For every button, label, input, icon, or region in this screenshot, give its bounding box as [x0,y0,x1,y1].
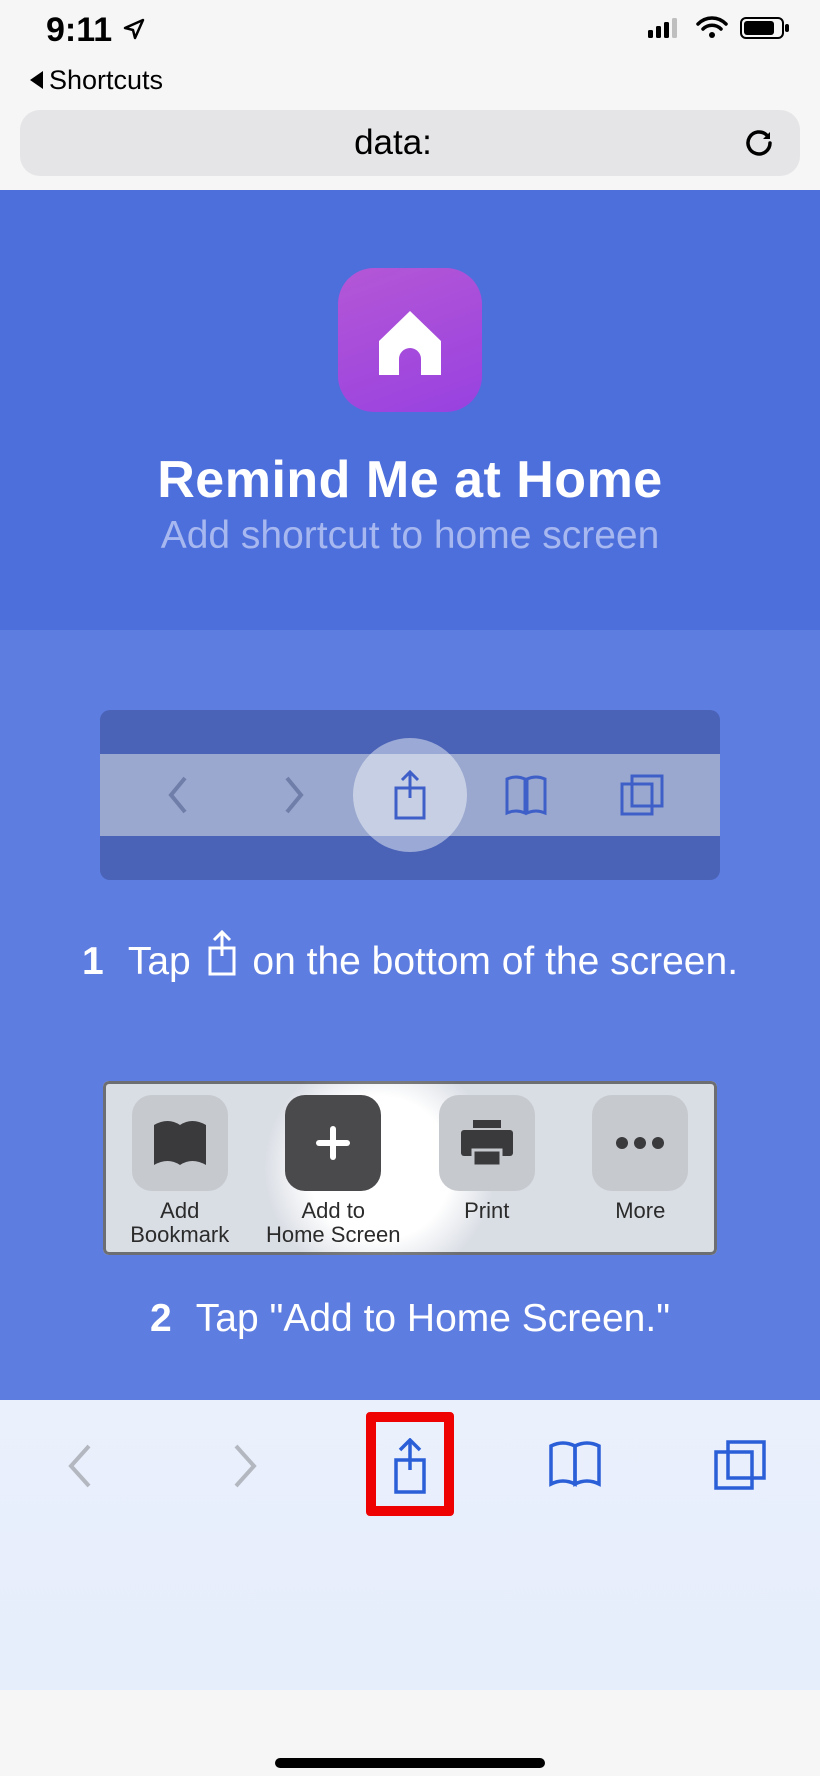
share-item-print: Print [410,1081,564,1255]
home-indicator[interactable] [275,1758,545,1768]
inline-share-icon [202,930,242,993]
illus-tabs-icon [614,772,670,818]
step1-after: on the bottom of the screen. [252,940,738,983]
illus-share-icon [382,768,438,822]
toolbar-bookmarks-button[interactable] [535,1438,615,1490]
toolbar-forward-button[interactable] [205,1438,285,1494]
status-time: 9:11 [46,11,112,50]
footer [0,1400,820,1776]
step2-illustration: Add Bookmark Add to Home Screen [103,1081,717,1255]
illus-bookmarks-icon [498,773,554,817]
address-bar-area: data: [0,100,820,190]
add-bookmark-tile [132,1095,228,1191]
cellular-icon [648,16,684,45]
illus-back-icon [150,772,206,818]
wifi-icon [696,16,728,45]
step2-label: Tap "Add to Home Screen." [196,1297,670,1340]
share-item-add-home: Add to Home Screen [257,1081,411,1255]
share-item-label: Add Bookmark [130,1199,229,1247]
back-to-app-button[interactable]: Shortcuts [0,60,820,100]
share-item-more: More [564,1081,718,1255]
status-right [648,16,790,45]
share-item-label: Add to Home Screen [266,1199,401,1247]
toolbar-tabs-button[interactable] [700,1438,780,1492]
hero: Remind Me at Home Add shortcut to home s… [0,190,820,630]
safari-toolbar [0,1400,820,1690]
shortcut-app-icon [338,268,482,412]
more-tile [592,1095,688,1191]
instructions: 1 Tap on the bottom of the screen. [0,710,820,1341]
status-bar: 9:11 [0,0,820,60]
location-icon [122,11,146,50]
address-bar[interactable]: data: [20,110,800,176]
print-tile [439,1095,535,1191]
step1-text: 1 Tap on the bottom of the screen. [80,930,740,993]
step1-illustration [100,710,720,880]
toolbar-back-button[interactable] [40,1438,120,1494]
add-home-tile [285,1095,381,1191]
shortcut-subtitle: Add shortcut to home screen [161,514,660,558]
step1-number: 1 [82,940,104,983]
share-button-highlight [366,1412,454,1516]
back-triangle-icon [30,71,43,89]
reload-icon[interactable] [742,126,776,160]
battery-icon [740,16,790,45]
status-left: 9:11 [46,11,146,50]
shortcut-title: Remind Me at Home [157,450,662,510]
back-to-app-label: Shortcuts [49,65,163,96]
step2-text: 2 Tap "Add to Home Screen." [40,1297,780,1341]
share-item-label: Print [464,1199,509,1223]
step1-before: Tap [128,940,191,983]
address-bar-text: data: [44,123,742,163]
share-item-label: More [615,1199,665,1223]
share-item-add-bookmark: Add Bookmark [103,1081,257,1255]
step2-number: 2 [150,1297,172,1340]
page-content: Remind Me at Home Add shortcut to home s… [0,190,820,1400]
illus-forward-icon [266,772,322,818]
